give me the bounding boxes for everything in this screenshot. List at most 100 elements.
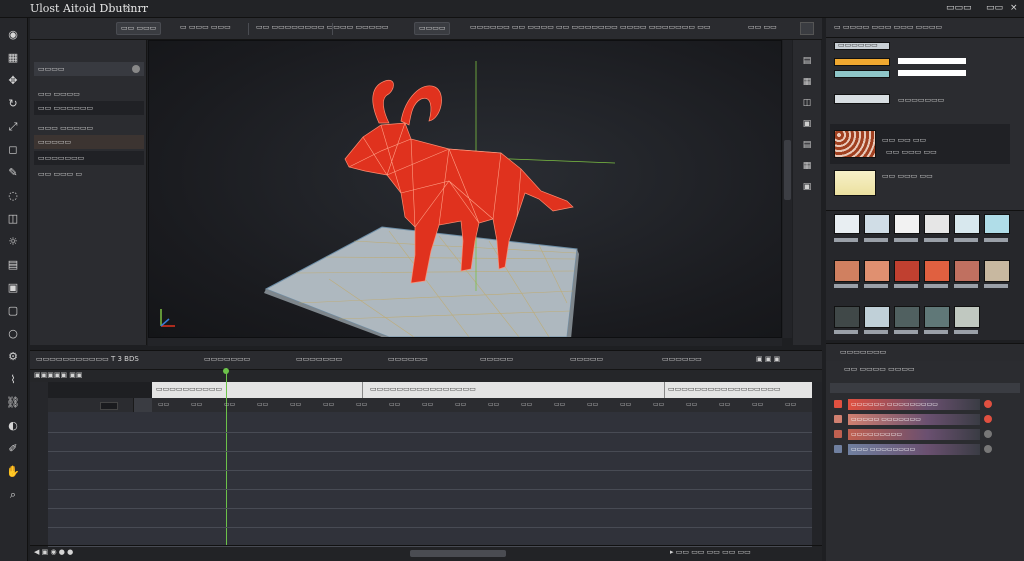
timeline-tool-icons[interactable]: ▣▣▣▣▣ ▣▣ [34,371,83,379]
layer-visibility-icon[interactable] [984,445,992,453]
attr-slider[interactable] [898,70,966,76]
timeline-menu[interactable]: ▭▭▭▭▭▭ [388,355,428,363]
pen-icon[interactable]: ✎ [6,166,20,180]
asset-thumbnail[interactable] [864,260,890,282]
move-icon[interactable]: ✥ [6,74,20,88]
layer-visibility-icon[interactable] [984,400,992,408]
viewport-layout-label[interactable]: ▭▭ ▭▭ [748,23,777,31]
timeline-options-icon[interactable]: ▣ ▣ ▣ [756,355,780,363]
asset-thumbnail[interactable] [834,306,860,328]
lasso-icon[interactable]: ◌ [6,189,20,203]
viewport-expand-icon[interactable] [800,22,814,35]
layer-visibility-icon[interactable] [984,415,992,423]
hand-icon[interactable]: ✋ [6,465,20,479]
grid-icon[interactable]: ▦ [6,51,20,65]
asset-thumbnail[interactable] [834,260,860,282]
viewport-menu-extras[interactable]: ▭▭▭▭▭▭ ▭▭ ▭▭▭▭ ▭▭ ▭▭▭▭▭▭▭ ▭▭▭▭ ▭▭▭▭▭▭▭ ▭… [470,23,710,31]
viewport-side-icon[interactable]: ▣ [801,119,813,131]
asset-thumbnail[interactable] [894,214,920,234]
outliner-item[interactable]: ▭▭ ▭▭▭ ▭ [34,167,144,181]
light-icon[interactable]: ☼ [6,235,20,249]
viewport-side-icon[interactable]: ▣ [801,182,813,194]
footer-nav-icons[interactable]: ▸ ▭▭ ▭▭ ▭▭ ▭▭ ▭▭ [670,548,751,556]
viewport-menu-display[interactable]: ▭▭ ▭▭▭▭▭▭▭▭ ▭▭ [256,23,340,31]
rotate-icon[interactable]: ↻ [6,97,20,111]
timeline-menu[interactable]: ▭▭▭▭▭ [480,355,513,363]
axis-gizmo[interactable] [160,309,175,327]
viewport-side-icon[interactable]: ▦ [801,161,813,173]
timeline-menu[interactable]: ▭▭▭▭▭ [570,355,603,363]
timeline-menu[interactable]: ▭▭▭▭▭▭▭ [204,355,250,363]
color-swatch[interactable] [834,94,890,104]
asset-thumbnail[interactable] [984,214,1010,234]
outliner-item[interactable]: ▭▭ ▭▭▭▭▭▭ [34,101,144,115]
viewport-menu-view[interactable]: ▭▭ ▭▭▭▭▭ [340,23,389,31]
asset-thumbnail[interactable] [954,214,980,234]
viewport-side-icon[interactable]: ▤ [801,140,813,152]
outliner-header[interactable]: ▭▭▭▭ [34,62,144,76]
layers-icon[interactable]: ▣ [6,281,20,295]
asset-thumbnail[interactable] [954,306,980,328]
sphere-icon[interactable]: ○ [6,327,20,341]
layers-toolbar[interactable] [830,383,1020,393]
track-toggle[interactable] [100,402,118,410]
gear-icon[interactable]: ⚙ [6,350,20,364]
attr-slider[interactable] [898,58,966,64]
asset-thumbnail[interactable] [924,214,950,234]
title-close-icon[interactable]: × [124,3,132,13]
viewport-side-icon[interactable]: ▦ [801,77,813,89]
camera-icon[interactable]: ◫ [6,212,20,226]
layer-visibility-icon[interactable] [984,430,992,438]
material-thumbnail[interactable] [834,130,876,158]
asset-thumbnail[interactable] [924,260,950,282]
viewport-side-icon[interactable]: ▤ [801,56,813,68]
asset-thumbnail[interactable] [954,260,980,282]
outliner-item[interactable]: ▭▭▭ ▭▭▭▭▭ [34,121,144,135]
viewport-menu-shading[interactable]: ▭ ▭▭▭ ▭▭▭ [180,23,231,31]
asset-thumbnail[interactable] [894,260,920,282]
layer-row[interactable]: ▭▭▭▭▭ ▭▭▭▭▭▭▭ [848,414,980,425]
asset-thumbnail[interactable] [984,260,1010,282]
link-icon[interactable]: ⛓ [6,396,20,410]
color-swatch[interactable] [834,70,890,78]
scale-icon[interactable]: ⤢ [6,120,20,134]
timeline-playhead[interactable] [226,368,227,545]
outliner-item-selected[interactable]: ▭▭▭▭▭ [34,135,144,149]
playhead-handle[interactable] [223,368,229,374]
viewport-vertical-scrollbar[interactable] [783,40,792,338]
zoom-icon[interactable]: ⌕ [6,488,20,502]
bone-icon[interactable]: ⌇ [6,373,20,387]
window-close-button[interactable]: × [1010,3,1018,13]
timeline-menu[interactable]: ▭▭▭▭▭▭▭ [296,355,342,363]
outliner-item[interactable]: ▭▭▭▭▭▭▭ [34,151,144,165]
outliner-item[interactable]: ▭▭ ▭▭▭▭ [34,87,144,101]
outliner-close-icon[interactable] [132,65,140,73]
timeline-menu[interactable]: ▭▭▭▭▭▭ [662,355,702,363]
record-icon[interactable]: ◉ [6,28,20,42]
3d-viewport[interactable] [148,40,782,338]
playback-controls-icon[interactable]: ◀ ▣ ◉ ● ● [34,548,73,556]
window-minimize-button[interactable]: ▭▭▭ [946,3,972,13]
layer-row[interactable]: ▭▭▭▭▭▭ ▭▭▭▭▭▭▭▭▭ [848,399,980,410]
asset-thumbnail[interactable] [864,306,890,328]
timeline-horizontal-scrollbar[interactable] [410,550,506,557]
select-icon[interactable]: ◻ [6,143,20,157]
timeline-vertical-scrollbar[interactable] [812,382,822,545]
paint-icon[interactable]: ▤ [6,258,20,272]
eye-icon[interactable]: ◐ [6,419,20,433]
brush-icon[interactable]: ✐ [6,442,20,456]
asset-thumbnail[interactable] [864,214,890,234]
asset-thumbnail[interactable] [834,214,860,234]
layer-row[interactable]: ▭▭▭▭▭▭▭▭▭ [848,429,980,440]
asset-thumbnail[interactable] [924,306,950,328]
viewport-options-button[interactable]: ▭▭▭▭ [414,22,451,35]
color-swatch[interactable] [834,58,890,66]
timeline-ruler[interactable]: ▭▭▭▭▭▭▭▭▭▭ ▭▭▭▭▭▭▭▭▭▭▭▭▭▭▭▭ ▭▭▭▭▭▭▭▭▭▭▭▭… [152,382,812,398]
viewport-mode-button[interactable]: ▭▭ ▭▭▭ [116,22,162,35]
box-icon[interactable]: ▢ [6,304,20,318]
window-maximize-button[interactable]: ▭▭ [986,3,1003,13]
material-thumbnail[interactable] [834,170,876,196]
asset-thumbnail[interactable] [894,306,920,328]
scrollbar-thumb[interactable] [784,140,791,200]
viewport-side-icon[interactable]: ◫ [801,98,813,110]
